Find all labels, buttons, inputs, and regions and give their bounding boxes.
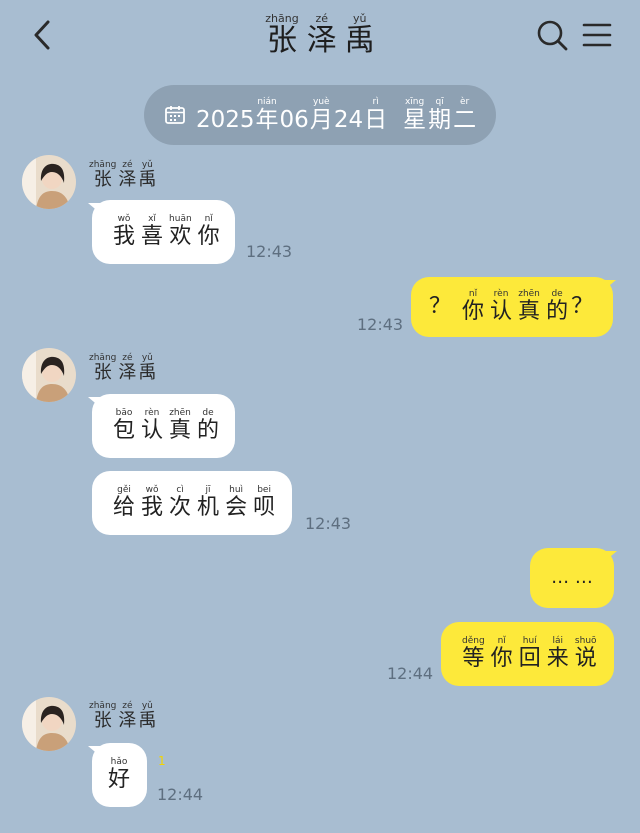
- msg-char: cì 次: [169, 485, 192, 521]
- title-char: zhāng 张: [265, 12, 299, 58]
- msg-char: nǐ 你: [490, 636, 513, 672]
- read-mark: 1: [158, 754, 166, 768]
- title-char: yǔ 禹: [344, 12, 375, 58]
- title-char: zé 泽: [306, 12, 337, 58]
- message-bubble-in[interactable]: hǎo 好: [92, 743, 147, 807]
- message-time: 12:43: [246, 242, 293, 261]
- msg-char: de 的: [546, 289, 569, 325]
- msg-char: wǒ 我: [113, 214, 136, 250]
- sender-name: zhāng 张 zé 泽 yǔ 禹: [89, 701, 157, 731]
- date-char: nián 年: [255, 97, 279, 133]
- msg-char: nǐ 你: [197, 214, 220, 250]
- header-bar: zhāng 张 zé 泽 yǔ 禹: [0, 0, 640, 72]
- msg-char: de 的: [197, 408, 220, 444]
- search-icon: [537, 20, 568, 51]
- message-bubble-out[interactable]: … …: [530, 548, 614, 608]
- msg-text: … …: [551, 567, 593, 588]
- msg-char: bei 呗: [253, 485, 276, 521]
- msg-char: rèn 认: [141, 408, 164, 444]
- date-year: 2025: [196, 107, 255, 133]
- sender-name: zhāng 张 zé 泽 yǔ 禹: [89, 160, 157, 190]
- date-char: yuè 月: [309, 97, 333, 133]
- avatar-image: [22, 348, 76, 402]
- msg-char: rèn 认: [490, 289, 513, 325]
- avatar-image: [22, 697, 76, 751]
- avatar-image: [22, 155, 76, 209]
- weekday-char: xīng 星: [403, 97, 427, 133]
- message-bubble-in[interactable]: bāo 包 rèn 认 zhēn 真 de 的: [92, 394, 235, 458]
- msg-char: shuō 说: [574, 636, 597, 672]
- msg-char: hǎo 好: [108, 757, 131, 793]
- message-bubble-in[interactable]: gěi 给 wǒ 我 cì 次 jī 机 huì 会 bei 呗: [92, 471, 292, 535]
- weekday-char: qī 期: [428, 97, 452, 133]
- msg-punct: ？: [571, 294, 594, 319]
- msg-char: bāo 包: [113, 408, 136, 444]
- calendar-icon: [165, 106, 185, 124]
- date-day: 24: [333, 107, 364, 133]
- sender-name: zhāng 张 zé 泽 yǔ 禹: [89, 353, 157, 383]
- msg-char: gěi 给: [113, 485, 136, 521]
- message-bubble-in[interactable]: wǒ 我 xǐ 喜 huān 欢 nǐ 你: [92, 200, 235, 264]
- date-separator: 2025 nián 年 06 yuè 月 24 rì 日 xīng 星 qī 期 èr 二: [144, 85, 496, 145]
- message-bubble-out[interactable]: ？ nǐ 你 rèn 认 zhēn 真 de 的 ？: [411, 277, 613, 337]
- msg-char: xǐ 喜: [141, 214, 164, 250]
- date-char: rì 日: [364, 97, 388, 133]
- bubble-tail: [605, 551, 617, 561]
- avatar[interactable]: [22, 155, 76, 209]
- message-time: 12:44: [157, 785, 204, 804]
- message-time: 12:44: [387, 664, 434, 683]
- msg-char: zhēn 真: [169, 408, 192, 444]
- msg-char: huān 欢: [169, 214, 192, 250]
- date-text: 2025 nián 年 06 yuè 月 24 rì 日 xīng 星 qī 期 èr 二: [196, 97, 477, 133]
- message-time: 12:43: [305, 514, 352, 533]
- menu-icon: [582, 23, 612, 47]
- menu-button[interactable]: [578, 16, 618, 56]
- msg-char: zhēn 真: [518, 289, 541, 325]
- avatar[interactable]: [22, 697, 76, 751]
- bubble-tail: [604, 280, 616, 290]
- weekday-char: èr 二: [453, 97, 477, 133]
- msg-char: wǒ 我: [141, 485, 164, 521]
- message-time: 12:43: [357, 315, 404, 334]
- msg-char: huì 会: [225, 485, 248, 521]
- msg-punct: ？: [429, 294, 452, 319]
- msg-char: děng 等: [462, 636, 485, 672]
- msg-char: jī 机: [197, 485, 220, 521]
- msg-char: huí 回: [518, 636, 541, 672]
- msg-char: lái 来: [546, 636, 569, 672]
- date-month: 06: [279, 107, 309, 133]
- msg-char: nǐ 你: [462, 289, 485, 325]
- search-button[interactable]: [532, 16, 572, 56]
- avatar[interactable]: [22, 348, 76, 402]
- message-bubble-out[interactable]: děng 等 nǐ 你 huí 回 lái 来 shuō 说: [441, 622, 614, 686]
